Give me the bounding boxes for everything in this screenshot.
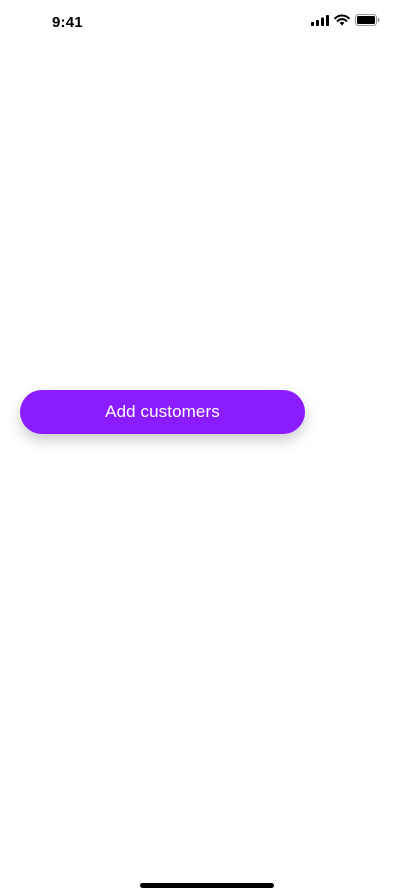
status-time: 9:41: [52, 14, 83, 31]
add-customers-button[interactable]: Add customers: [20, 390, 305, 434]
home-indicator[interactable]: [140, 883, 274, 888]
status-icons: [306, 13, 380, 31]
wifi-icon: [334, 13, 350, 31]
status-bar: 9:41: [0, 0, 414, 44]
cellular-signal-icon: [311, 13, 329, 31]
add-customers-button-label: Add customers: [105, 402, 220, 421]
battery-icon: [355, 13, 380, 31]
